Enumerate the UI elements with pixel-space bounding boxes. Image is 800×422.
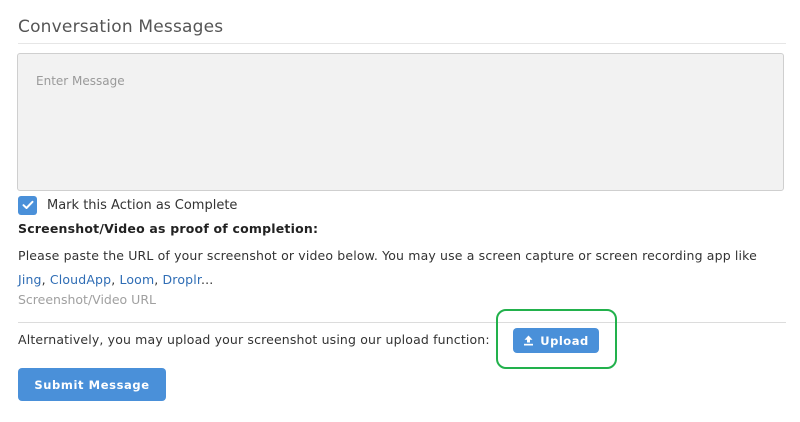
upload-alt-text: Alternatively, you may upload your scree… bbox=[18, 332, 490, 347]
ellipsis: ... bbox=[200, 272, 214, 287]
complete-checkbox[interactable] bbox=[18, 195, 37, 215]
proof-instructions: Please paste the URL of your screenshot … bbox=[18, 244, 788, 292]
page-title: Conversation Messages bbox=[18, 17, 224, 37]
submit-message-button[interactable]: Submit Message bbox=[18, 368, 166, 401]
screenshot-url-input[interactable] bbox=[18, 288, 786, 310]
complete-checkbox-row[interactable]: Mark this Action as Complete bbox=[18, 195, 237, 215]
separator: , bbox=[154, 272, 163, 287]
url-input-underline bbox=[18, 322, 786, 323]
instructions-text: Please paste the URL of your screenshot … bbox=[18, 248, 757, 263]
message-input[interactable] bbox=[17, 53, 784, 191]
complete-checkbox-label: Mark this Action as Complete bbox=[47, 197, 238, 213]
link-jing[interactable]: Jing bbox=[18, 272, 42, 287]
upload-highlight-annotation bbox=[496, 309, 617, 369]
separator: , bbox=[41, 272, 50, 287]
link-droplr[interactable]: Droplr bbox=[163, 272, 201, 287]
title-divider bbox=[18, 43, 786, 44]
link-cloudapp[interactable]: CloudApp bbox=[50, 272, 111, 287]
proof-heading: Screenshot/Video as proof of completion: bbox=[18, 221, 319, 236]
link-loom[interactable]: Loom bbox=[119, 272, 154, 287]
checkmark-icon bbox=[22, 200, 33, 209]
